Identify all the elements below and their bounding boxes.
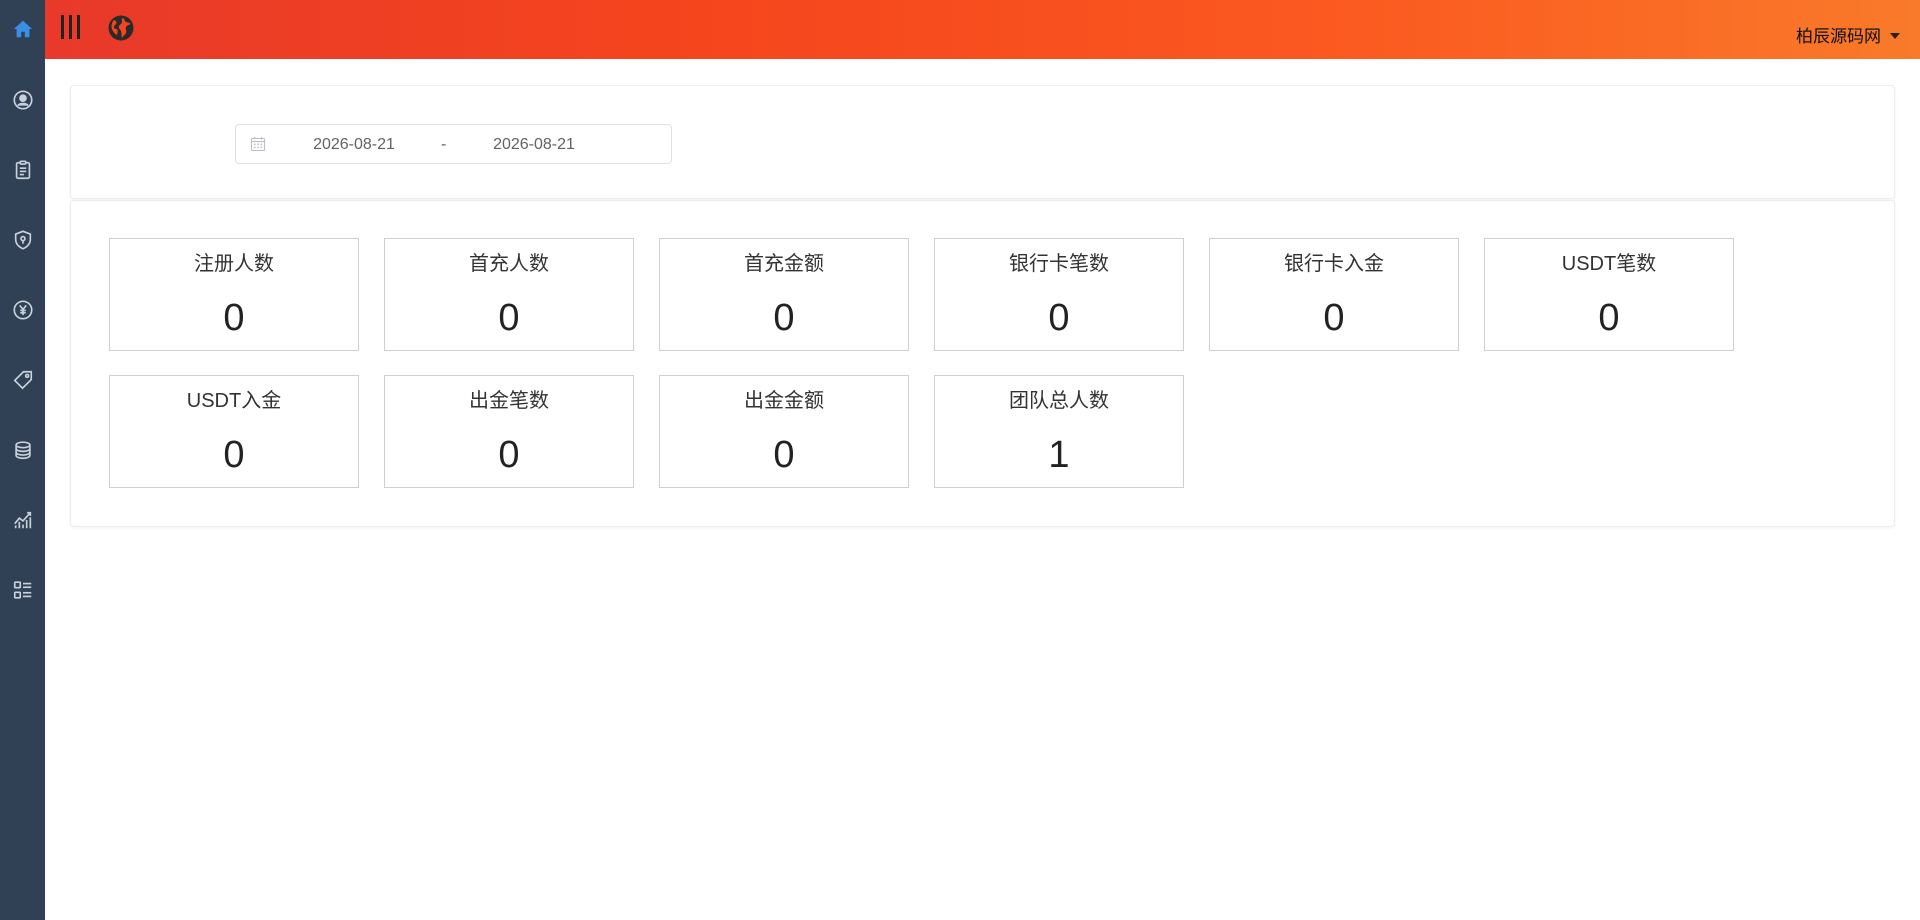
stat-value: 0 xyxy=(1323,297,1345,339)
stat-value: 0 xyxy=(773,434,795,476)
sidebar-item-orders[interactable] xyxy=(0,150,45,190)
user-icon xyxy=(12,90,33,110)
clipboard-icon xyxy=(15,160,30,180)
end-date-input[interactable]: 2026-08-21 xyxy=(459,136,609,154)
user-dropdown[interactable]: 柏辰源码网 xyxy=(1796,20,1900,48)
stat-value: 0 xyxy=(1598,297,1620,339)
stat-title: 出金金额 xyxy=(744,390,824,412)
stat-card-withdrawal-count: 出金笔数 0 xyxy=(384,375,634,488)
sidebar-item-home[interactable] xyxy=(0,9,45,49)
stat-title: USDT入金 xyxy=(186,390,282,412)
stat-title: 注册人数 xyxy=(194,253,274,275)
top-header: 柏辰源码网 xyxy=(45,0,1920,59)
caret-down-icon xyxy=(1890,33,1900,39)
sidebar-item-tags[interactable] xyxy=(0,360,45,400)
stat-card-bank-card-count: 银行卡笔数 0 xyxy=(934,238,1184,351)
shield-icon xyxy=(14,230,31,250)
stat-card-team-total: 团队总人数 1 xyxy=(934,375,1184,488)
stat-title: 银行卡入金 xyxy=(1284,253,1384,275)
date-separator: - xyxy=(441,136,447,153)
globe-icon xyxy=(108,15,134,41)
sidebar-item-settings[interactable] xyxy=(0,570,45,610)
stat-card-first-deposit-amount: 首充金额 0 xyxy=(659,238,909,351)
stat-value: 0 xyxy=(773,297,795,339)
sidebar-item-reports[interactable] xyxy=(0,500,45,540)
stat-value: 0 xyxy=(223,434,245,476)
yen-icon xyxy=(12,300,33,320)
coins-icon xyxy=(14,441,31,460)
home-icon xyxy=(13,20,32,38)
stat-card-usdt-deposit: USDT入金 0 xyxy=(109,375,359,488)
stat-title: 团队总人数 xyxy=(1009,390,1109,412)
stat-title: 银行卡笔数 xyxy=(1009,253,1109,275)
start-date-input[interactable]: 2026-08-21 xyxy=(279,136,429,154)
stat-value: 0 xyxy=(223,297,245,339)
stat-value: 1 xyxy=(1048,434,1070,476)
user-name: 柏辰源码网 xyxy=(1796,26,1881,46)
stat-card-usdt-count: USDT笔数 0 xyxy=(1484,238,1734,351)
stat-card-registrations: 注册人数 0 xyxy=(109,238,359,351)
date-range-picker[interactable]: 2026-08-21 - 2026-08-21 xyxy=(235,124,672,164)
filter-panel: 时间段 2026-08-21 - 2026-08-21 xyxy=(70,85,1895,199)
stat-title: 出金笔数 xyxy=(469,390,549,412)
stat-card-withdrawal-amount: 出金金额 0 xyxy=(659,375,909,488)
stats-panel: 注册人数 0 首充人数 0 首充金额 0 银行卡笔数 0 银行卡入金 0 USD… xyxy=(70,200,1895,527)
stat-title: USDT笔数 xyxy=(1561,253,1657,275)
calendar-icon xyxy=(250,137,266,152)
stat-card-first-deposit-users: 首充人数 0 xyxy=(384,238,634,351)
tag-icon xyxy=(13,370,32,390)
menu-toggle-button[interactable] xyxy=(59,14,83,40)
stat-value: 0 xyxy=(498,297,520,339)
stat-title: 首充金额 xyxy=(744,253,824,275)
list-icon xyxy=(13,581,31,599)
stat-value: 0 xyxy=(1048,297,1070,339)
sidebar-item-coins[interactable] xyxy=(0,430,45,470)
sidebar-item-security[interactable] xyxy=(0,220,45,260)
stat-title: 首充人数 xyxy=(469,253,549,275)
stat-value: 0 xyxy=(498,434,520,476)
sidebar xyxy=(0,0,45,920)
chart-icon xyxy=(13,511,31,529)
sidebar-item-users[interactable] xyxy=(0,80,45,120)
stat-card-bank-card-deposit: 银行卡入金 0 xyxy=(1209,238,1459,351)
language-button[interactable] xyxy=(107,14,135,42)
sidebar-item-finance[interactable] xyxy=(0,290,45,330)
hamburger-icon xyxy=(61,15,80,39)
